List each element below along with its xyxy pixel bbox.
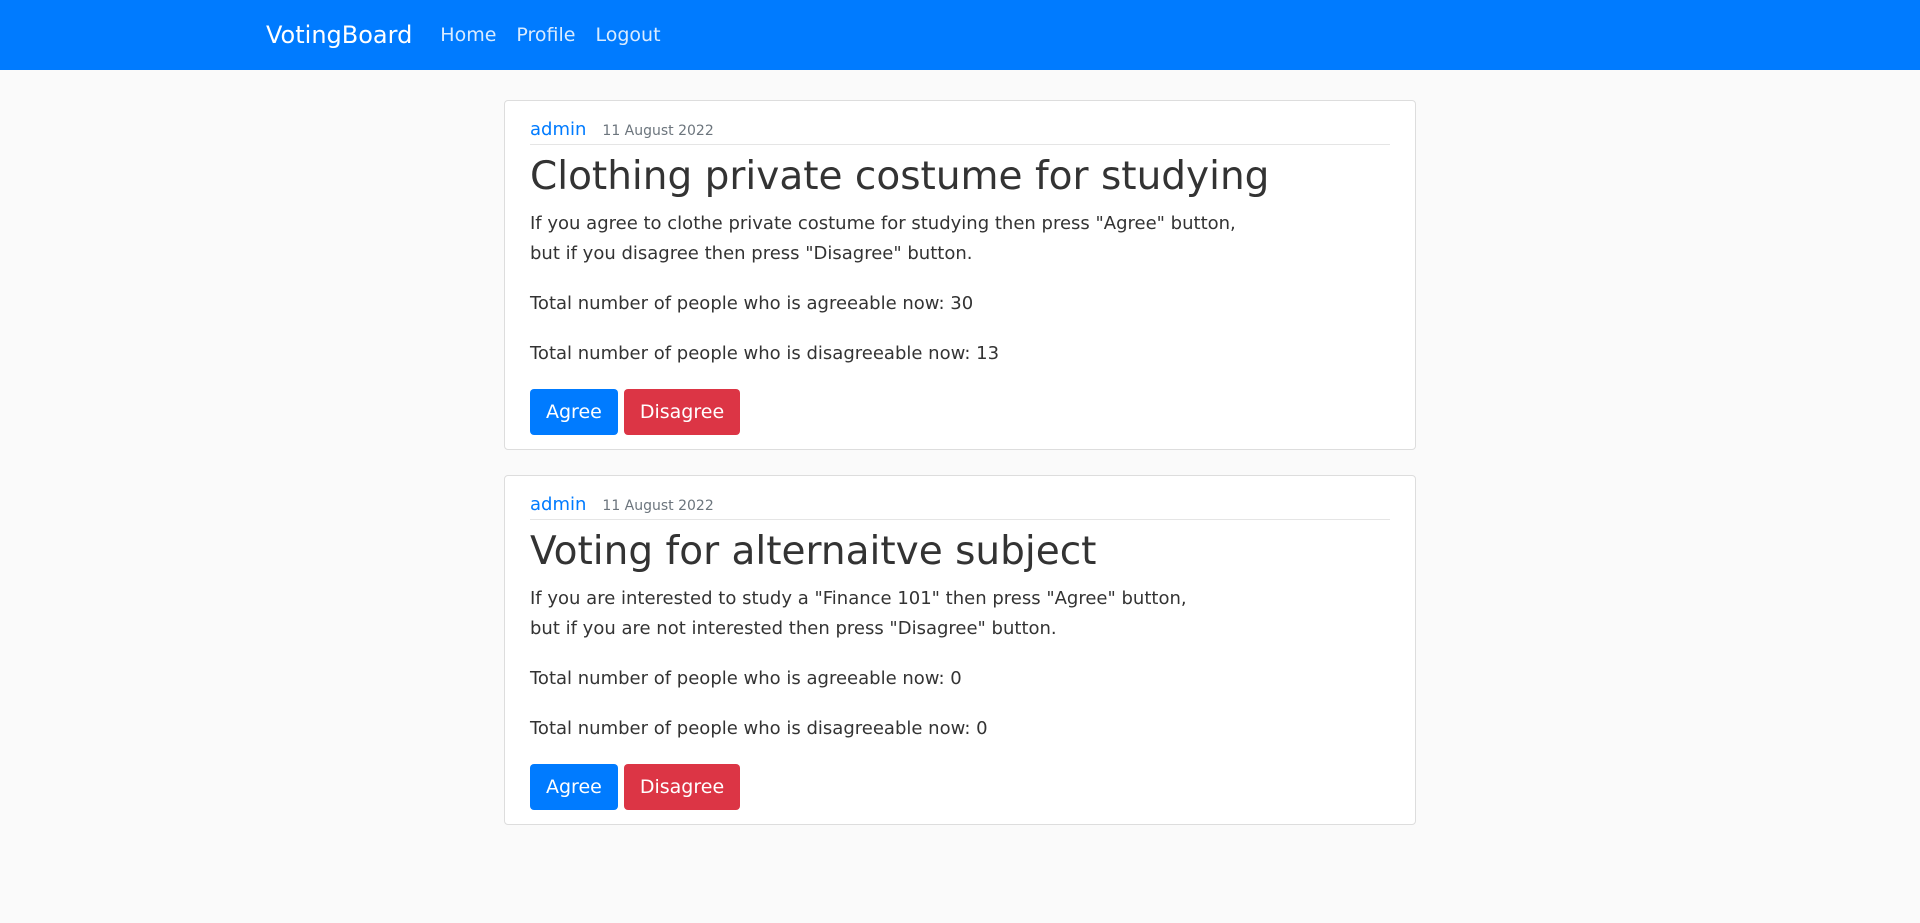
post-title: Clothing private costume for studying xyxy=(530,154,1270,199)
post-card: admin 11 August 2022 Clothing private co… xyxy=(504,100,1416,450)
agree-count: Total number of people who is agreeable … xyxy=(530,293,974,314)
agree-count: Total number of people who is agreeable … xyxy=(530,668,962,689)
brand-link[interactable]: VotingBoard xyxy=(266,21,412,49)
post-author-link[interactable]: admin xyxy=(530,119,586,140)
nav-link-logout[interactable]: Logout xyxy=(595,24,660,46)
nav-link-home[interactable]: Home xyxy=(440,24,496,46)
navbar: VotingBoard Home Profile Logout xyxy=(0,0,1920,70)
posts-list: admin 11 August 2022 Clothing private co… xyxy=(504,100,1416,825)
disagree-count: Total number of people who is disagreeab… xyxy=(530,718,988,739)
post-meta: admin 11 August 2022 xyxy=(530,494,1390,520)
nav-link-profile[interactable]: Profile xyxy=(516,24,575,46)
post-card: admin 11 August 2022 Voting for alternai… xyxy=(504,475,1416,825)
post-meta: admin 11 August 2022 xyxy=(530,119,1390,145)
post-description: If you agree to clothe private costume f… xyxy=(530,209,1390,269)
nav-links: Home Profile Logout xyxy=(440,24,680,46)
post-description-line: If you agree to clothe private costume f… xyxy=(530,213,1236,234)
vote-actions: Agree Disagree xyxy=(530,389,1390,435)
post-description-line: but if you disagree then press "Disagree… xyxy=(530,243,973,264)
vote-actions: Agree Disagree xyxy=(530,764,1390,810)
agree-button[interactable]: Agree xyxy=(530,389,618,435)
post-description-line: but if you are not interested then press… xyxy=(530,618,1057,639)
agree-button[interactable]: Agree xyxy=(530,764,618,810)
post-title: Voting for alternaitve subject xyxy=(530,529,1097,574)
post-date: 11 August 2022 xyxy=(602,498,714,514)
disagree-button[interactable]: Disagree xyxy=(623,389,741,435)
post-description-line: If you are interested to study a "Financ… xyxy=(530,588,1187,609)
post-description: If you are interested to study a "Financ… xyxy=(530,584,1390,644)
post-author-link[interactable]: admin xyxy=(530,494,586,515)
disagree-button[interactable]: Disagree xyxy=(623,764,741,810)
disagree-count: Total number of people who is disagreeab… xyxy=(530,343,1000,364)
post-date: 11 August 2022 xyxy=(602,123,714,139)
